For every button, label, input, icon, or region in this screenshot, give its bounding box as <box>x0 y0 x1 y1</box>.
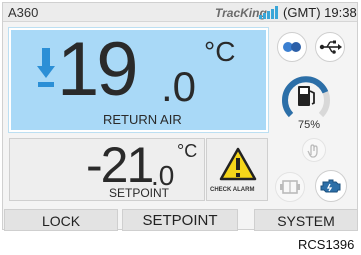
hand-touch-icon <box>302 138 326 162</box>
setpoint-button[interactable]: SETPOINT <box>122 209 238 231</box>
fuel-pump-icon <box>298 86 315 106</box>
arrow-down-icon <box>37 48 55 87</box>
return-air-decimal: .0 <box>161 63 197 110</box>
setpoint-panel[interactable]: -21 .0 °C SETPOINT <box>9 138 205 201</box>
return-air-unit: °C <box>204 36 236 67</box>
setpoint-value: -21 <box>86 137 154 193</box>
mode-dots-icon[interactable] <box>277 32 307 62</box>
check-alarm-label: CHECK ALARM <box>210 187 255 193</box>
return-air-panel: 19 .0 °C RETURN AIR <box>8 27 269 133</box>
return-air-value: 19 <box>57 27 139 112</box>
fuel-gauge <box>282 76 330 118</box>
softkey-bar: LOCK SETPOINT SYSTEM <box>2 209 358 231</box>
check-alarm-button[interactable]: CHECK ALARM <box>206 138 268 201</box>
fuel-percent: 75% <box>298 119 321 131</box>
controller-screen: A360 TracKing (GMT) 19:38 19 .0 °C RETUR… <box>2 2 358 230</box>
clock: (GMT) 19:38 <box>283 5 357 20</box>
setpoint-unit: °C <box>177 141 198 161</box>
warning-triangle-icon <box>219 147 257 181</box>
status-icons-column: 75% <box>271 28 359 204</box>
return-air-label: RETURN AIR <box>103 112 182 127</box>
lock-button[interactable]: LOCK <box>4 209 118 231</box>
door-icon <box>275 172 305 202</box>
status-bar: A360 TracKing (GMT) 19:38 <box>3 3 357 22</box>
figure-code: RCS1396 <box>298 237 355 252</box>
engine-icon[interactable] <box>315 170 347 202</box>
model-label: A360 <box>8 5 39 20</box>
usb-icon[interactable] <box>315 32 345 62</box>
setpoint-label: SETPOINT <box>109 186 170 200</box>
system-button[interactable]: SYSTEM <box>254 209 358 231</box>
signal-bars-icon <box>259 6 279 19</box>
